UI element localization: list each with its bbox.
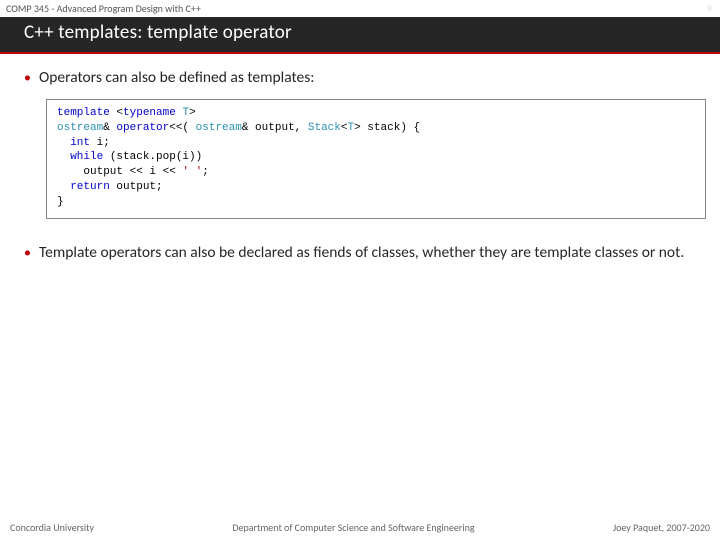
bullet-item: • Template operators can also be declare… [24, 243, 696, 264]
slide-title: C++ templates: template operator [0, 17, 720, 52]
bullet-item: • Operators can also be defined as templ… [24, 68, 696, 89]
footer-left: Concordia University [10, 521, 94, 534]
slide-body: • Operators can also be defined as templ… [0, 54, 720, 264]
header-top: COMP 345 - Advanced Program Design with … [0, 0, 720, 17]
bullet-dot-icon: • [24, 68, 31, 88]
footer-right: Joey Paquet, 2007-2020 [613, 521, 710, 534]
bullet-text: Operators can also be defined as templat… [39, 68, 314, 89]
bullet-text: Template operators can also be declared … [39, 243, 684, 264]
code-block: template <typename T> ostream& operator<… [46, 99, 706, 219]
footer-center: Department of Computer Science and Softw… [232, 521, 474, 534]
page-number: 9 [707, 2, 712, 15]
footer: Concordia University Department of Compu… [0, 517, 720, 540]
slide: COMP 345 - Advanced Program Design with … [0, 0, 720, 540]
course-code: COMP 345 - Advanced Program Design with … [6, 2, 201, 15]
bullet-dot-icon: • [24, 243, 31, 263]
